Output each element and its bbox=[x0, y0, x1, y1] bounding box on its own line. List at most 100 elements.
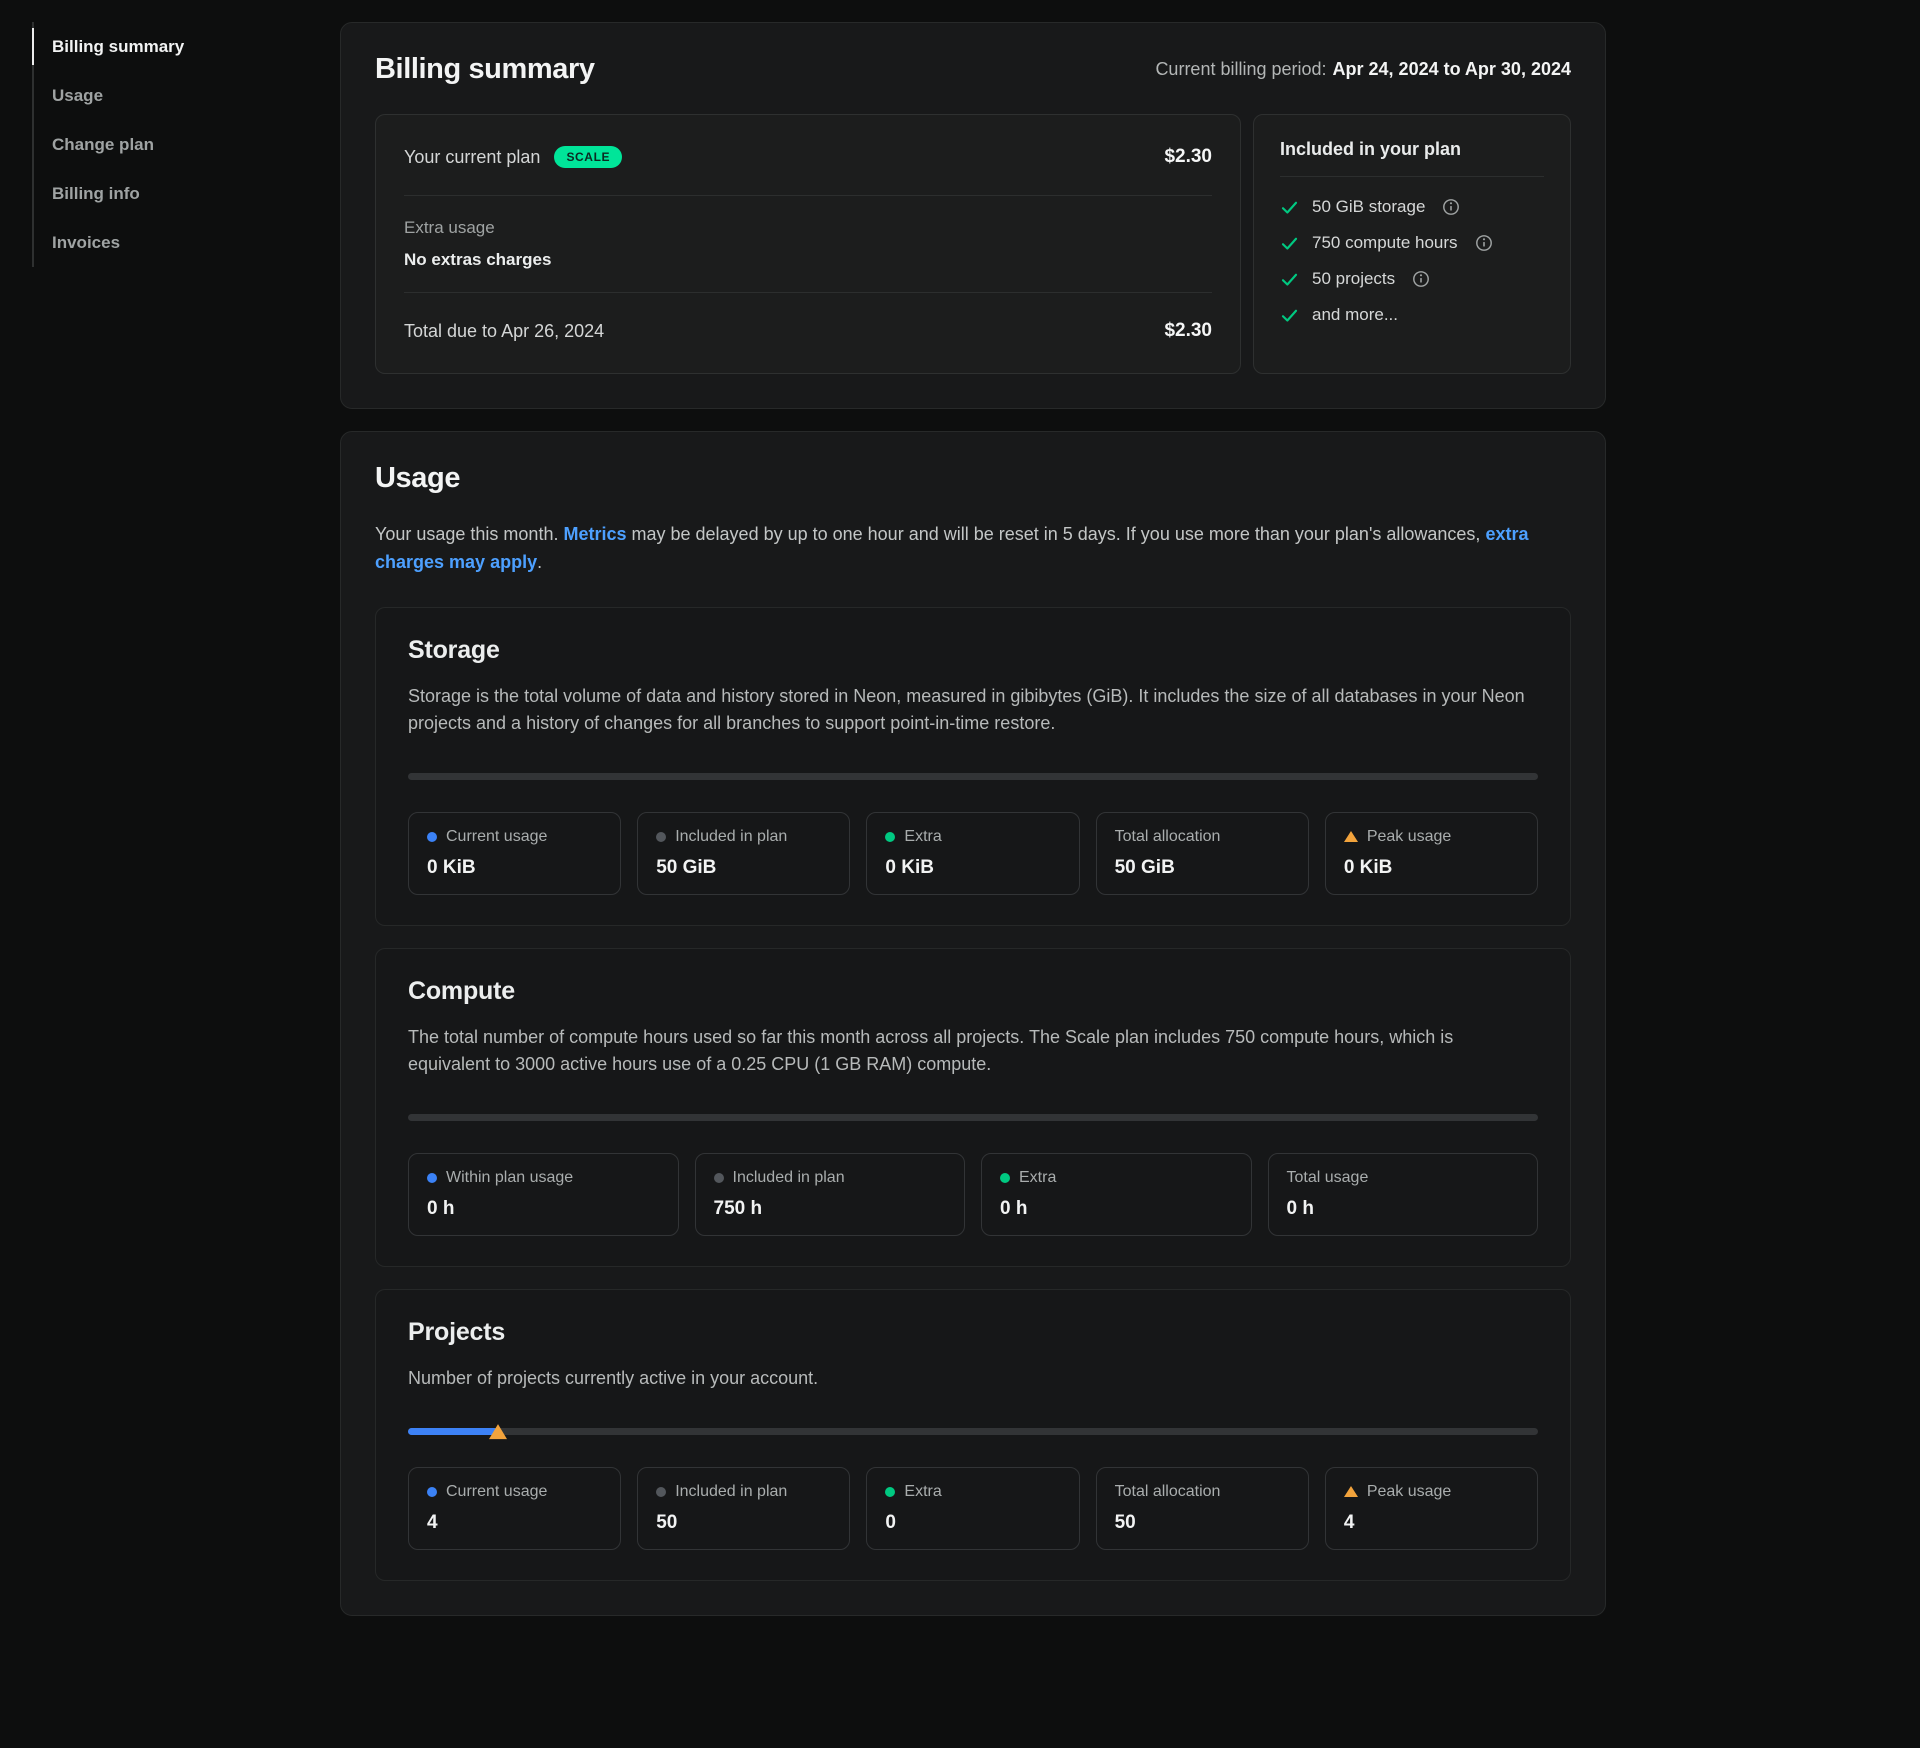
stat-value: 0 KiB bbox=[1344, 857, 1519, 879]
total-due-value: $2.30 bbox=[1164, 320, 1212, 342]
current-plan-row: Your current plan SCALE $2.30 bbox=[404, 119, 1212, 195]
stat-value: 750 h bbox=[714, 1198, 947, 1220]
billing-summary-card: Billing summary Current billing period:A… bbox=[340, 22, 1606, 409]
stat-total-allocation: Total allocation 50 bbox=[1096, 1467, 1309, 1550]
stat-value: 0 h bbox=[1000, 1198, 1233, 1220]
usage-title: Usage bbox=[375, 462, 1571, 495]
stat-peak-usage: Peak usage 4 bbox=[1325, 1467, 1538, 1550]
stat-value: 4 bbox=[427, 1512, 602, 1534]
stat-label: Total allocation bbox=[1115, 1483, 1221, 1501]
peak-triangle-icon bbox=[1344, 1486, 1358, 1497]
stat-total-allocation: Total allocation 50 GiB bbox=[1096, 812, 1309, 895]
stat-included-in-plan: Included in plan 50 bbox=[637, 1467, 850, 1550]
info-icon[interactable] bbox=[1442, 198, 1460, 216]
projects-progress-bar bbox=[408, 1428, 1538, 1435]
current-usage-dot-icon bbox=[427, 1487, 437, 1497]
plan-summary-panel: Your current plan SCALE $2.30 Extra usag… bbox=[375, 114, 1241, 374]
stat-total-usage: Total usage 0 h bbox=[1268, 1153, 1539, 1236]
included-item-label: 50 projects bbox=[1312, 269, 1395, 289]
included-item-more: and more... bbox=[1280, 297, 1544, 333]
stat-extra: Extra 0 KiB bbox=[866, 812, 1079, 895]
extra-usage-label: Extra usage bbox=[404, 218, 1212, 238]
info-icon[interactable] bbox=[1475, 234, 1493, 252]
stat-label: Extra bbox=[904, 828, 941, 846]
extra-dot-icon bbox=[885, 832, 895, 842]
usage-intro-text: may be delayed by up to one hour and wil… bbox=[627, 524, 1486, 544]
billing-period: Current billing period: Apr 24, 2024 to A… bbox=[1155, 59, 1571, 80]
sidebar-item-usage[interactable]: Usage bbox=[34, 71, 340, 120]
storage-section: Storage Storage is the total volume of d… bbox=[375, 607, 1571, 926]
stat-value: 0 KiB bbox=[427, 857, 602, 879]
billing-period-value: Apr 24, 2024 to Apr 30, 2024 bbox=[1333, 59, 1571, 79]
stat-label: Peak usage bbox=[1367, 1483, 1452, 1501]
projects-description: Number of projects currently active in y… bbox=[408, 1365, 1538, 1392]
included-item-label: and more... bbox=[1312, 305, 1398, 325]
stat-value: 50 GiB bbox=[1115, 857, 1290, 879]
compute-progress-bar bbox=[408, 1114, 1538, 1121]
main-content: Billing summary Current billing period:A… bbox=[340, 22, 1606, 1616]
check-icon bbox=[1280, 306, 1299, 325]
included-dot-icon bbox=[656, 832, 666, 842]
stat-label: Current usage bbox=[446, 828, 547, 846]
stat-value: 4 bbox=[1344, 1512, 1519, 1534]
stat-value: 50 bbox=[1115, 1512, 1290, 1534]
extra-usage-value: No extras charges bbox=[404, 250, 1212, 270]
billing-period-label: Current billing period: bbox=[1155, 59, 1326, 79]
stat-label: Total allocation bbox=[1115, 828, 1221, 846]
billing-sidebar: Billing summary Usage Change plan Billin… bbox=[32, 22, 340, 1616]
sidebar-item-billing-info[interactable]: Billing info bbox=[34, 169, 340, 218]
total-due-label: Total due to Apr 26, 2024 bbox=[404, 321, 604, 342]
billing-summary-header: Billing summary Current billing period:A… bbox=[375, 53, 1571, 86]
plan-badge: SCALE bbox=[554, 146, 622, 168]
storage-title: Storage bbox=[408, 636, 1538, 665]
stat-label: Extra bbox=[904, 1483, 941, 1501]
stat-included-in-plan: Included in plan 50 GiB bbox=[637, 812, 850, 895]
extra-dot-icon bbox=[885, 1487, 895, 1497]
stat-label: Peak usage bbox=[1367, 828, 1452, 846]
stat-label: Included in plan bbox=[675, 1483, 787, 1501]
included-panel: Included in your plan 50 GiB storage 750… bbox=[1253, 114, 1571, 374]
sidebar-item-billing-summary[interactable]: Billing summary bbox=[34, 22, 340, 71]
included-item-storage: 50 GiB storage bbox=[1280, 189, 1544, 225]
check-icon bbox=[1280, 234, 1299, 253]
usage-intro-text: . bbox=[537, 552, 542, 572]
projects-title: Projects bbox=[408, 1318, 1538, 1347]
check-icon bbox=[1280, 270, 1299, 289]
compute-stats-row: Within plan usage 0 h Included in plan 7… bbox=[408, 1153, 1538, 1236]
projects-progress-fill bbox=[408, 1428, 498, 1435]
storage-stats-row: Current usage 0 KiB Included in plan 50 … bbox=[408, 812, 1538, 895]
stat-peak-usage: Peak usage 0 KiB bbox=[1325, 812, 1538, 895]
included-item-label: 750 compute hours bbox=[1312, 233, 1458, 253]
current-usage-dot-icon bbox=[427, 832, 437, 842]
stat-value: 0 h bbox=[1287, 1198, 1520, 1220]
info-icon[interactable] bbox=[1412, 270, 1430, 288]
extra-usage-block: Extra usage No extras charges bbox=[404, 196, 1212, 292]
compute-description: The total number of compute hours used s… bbox=[408, 1024, 1538, 1078]
stat-label: Total usage bbox=[1287, 1169, 1369, 1187]
stat-label: Extra bbox=[1019, 1169, 1056, 1187]
stat-extra: Extra 0 bbox=[866, 1467, 1079, 1550]
billing-page: Billing summary Usage Change plan Billin… bbox=[0, 0, 1920, 1616]
stat-value: 0 h bbox=[427, 1198, 660, 1220]
stat-value: 0 bbox=[885, 1512, 1060, 1534]
current-plan-label: Your current plan bbox=[404, 147, 540, 168]
sidebar-item-invoices[interactable]: Invoices bbox=[34, 218, 340, 267]
stat-label: Within plan usage bbox=[446, 1169, 573, 1187]
usage-intro-text: Your usage this month. bbox=[375, 524, 563, 544]
stat-label: Included in plan bbox=[733, 1169, 845, 1187]
stat-within-plan-usage: Within plan usage 0 h bbox=[408, 1153, 679, 1236]
projects-section: Projects Number of projects currently ac… bbox=[375, 1289, 1571, 1581]
extra-dot-icon bbox=[1000, 1173, 1010, 1183]
stat-label: Included in plan bbox=[675, 828, 787, 846]
included-panel-title: Included in your plan bbox=[1280, 139, 1544, 177]
included-item-label: 50 GiB storage bbox=[1312, 197, 1425, 217]
within-plan-dot-icon bbox=[427, 1173, 437, 1183]
projects-stats-row: Current usage 4 Included in plan 50 Extr… bbox=[408, 1467, 1538, 1550]
sidebar-item-change-plan[interactable]: Change plan bbox=[34, 120, 340, 169]
stat-value: 0 KiB bbox=[885, 857, 1060, 879]
check-icon bbox=[1280, 198, 1299, 217]
metrics-link[interactable]: Metrics bbox=[563, 524, 626, 544]
stat-current-usage: Current usage 4 bbox=[408, 1467, 621, 1550]
peak-usage-triangle-icon bbox=[489, 1424, 507, 1439]
stat-included-in-plan: Included in plan 750 h bbox=[695, 1153, 966, 1236]
